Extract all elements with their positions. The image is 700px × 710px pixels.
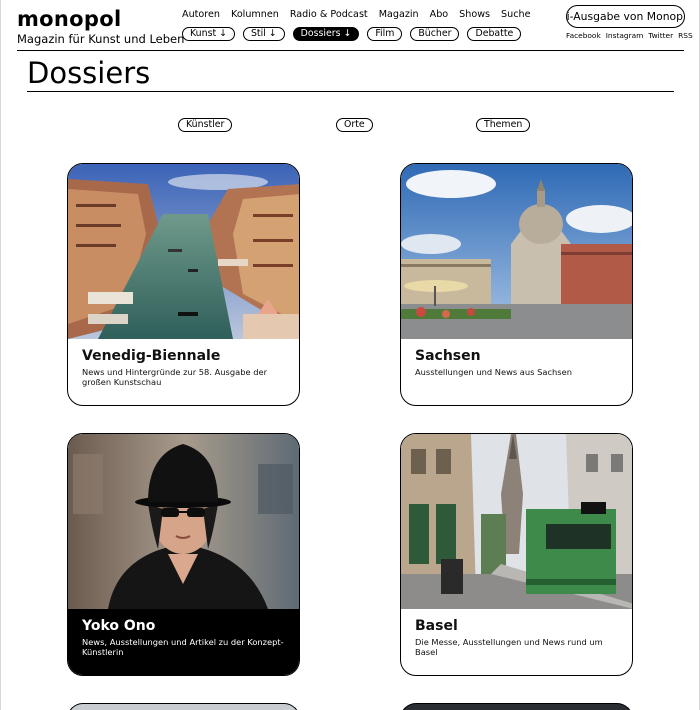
logo-tagline: Magazin für Kunst und Leben [17, 32, 185, 46]
section-pill-film[interactable]: Film [367, 27, 403, 41]
dossier-card-basel[interactable]: Basel Die Messe, Ausstellungen und News … [400, 433, 633, 676]
nav-item-abo[interactable]: Abo [430, 9, 449, 20]
filter-orte[interactable]: Orte [336, 118, 373, 132]
main-nav: Autoren Kolumnen Radio & Podcast Magazin… [182, 9, 541, 20]
epaper-label: hi-Ausgabe von Monop [566, 10, 683, 23]
nav-item-magazin[interactable]: Magazin [379, 9, 419, 20]
section-pill-buecher[interactable]: Bücher [410, 27, 460, 41]
venice-canal-image[interactable] [68, 164, 299, 339]
filter-themen[interactable]: Themen [476, 118, 531, 132]
card-title[interactable]: Sachsen [415, 347, 618, 365]
card-body: Yoko Ono News, Ausstellungen und Artikel… [68, 609, 299, 675]
social-link-facebook[interactable]: Facebook [566, 31, 601, 40]
dossier-card-partial[interactable] [67, 703, 300, 710]
dossier-card-sachsen[interactable]: Sachsen Ausstellungen und News aus Sachs… [400, 163, 633, 406]
nav-item-autoren[interactable]: Autoren [182, 9, 220, 20]
nav-item-shows[interactable]: Shows [459, 9, 490, 20]
section-pill-debatte[interactable]: Debatte [467, 27, 522, 41]
card-title[interactable]: Venedig-Biennale [82, 347, 285, 365]
card-title[interactable]: Yoko Ono [82, 617, 285, 635]
dossier-card-venedig[interactable]: Venedig-Biennale News und Hintergründe z… [67, 163, 300, 406]
section-pill-kunst[interactable]: Kunst ↓ [182, 27, 235, 41]
card-description: News und Hintergründe zur 58. Ausgabe de… [82, 367, 267, 387]
section-pill-stil[interactable]: Stil ↓ [242, 27, 285, 41]
header-divider [17, 50, 684, 51]
card-description: Ausstellungen und News aus Sachsen [415, 367, 572, 377]
social-link-twitter[interactable]: Twitter [648, 31, 673, 40]
social-link-instagram[interactable]: Instagram [606, 31, 644, 40]
title-divider [27, 91, 674, 92]
card-description: Die Messe, Ausstellungen und News rund u… [415, 637, 603, 657]
logo-wordmark[interactable]: monopol [17, 7, 184, 31]
section-nav: Kunst ↓ Stil ↓ Dossiers ↓ Film Bücher De… [182, 27, 529, 41]
yoko-ono-portrait-image[interactable] [68, 434, 299, 609]
basel-tram-image[interactable] [401, 434, 632, 609]
dresden-image[interactable] [401, 164, 632, 339]
nav-item-suche[interactable]: Suche [501, 9, 530, 20]
nav-item-kolumnen[interactable]: Kolumnen [231, 9, 279, 20]
dossier-card-partial[interactable] [400, 703, 633, 710]
page-title: Dossiers [27, 56, 151, 90]
epaper-button[interactable]: hi-Ausgabe von Monop [566, 5, 685, 28]
site-logo[interactable]: monopol Magazin für Kunst und Leben [17, 7, 184, 46]
card-description: News, Ausstellungen und Artikel zu der K… [82, 637, 284, 657]
filter-kuenstler[interactable]: Künstler [178, 118, 233, 132]
card-body: Basel Die Messe, Ausstellungen und News … [401, 609, 632, 675]
social-link-rss[interactable]: RSS [678, 31, 693, 40]
section-pill-dossiers[interactable]: Dossiers ↓ [292, 27, 360, 41]
card-body: Sachsen Ausstellungen und News aus Sachs… [401, 339, 632, 405]
dossier-card-yoko-ono[interactable]: Yoko Ono News, Ausstellungen und Artikel… [67, 433, 300, 676]
nav-item-radio-podcast[interactable]: Radio & Podcast [290, 9, 368, 20]
social-links: Facebook Instagram Twitter RSS [566, 31, 693, 40]
card-body: Venedig-Biennale News und Hintergründe z… [68, 339, 299, 405]
card-title[interactable]: Basel [415, 617, 618, 635]
